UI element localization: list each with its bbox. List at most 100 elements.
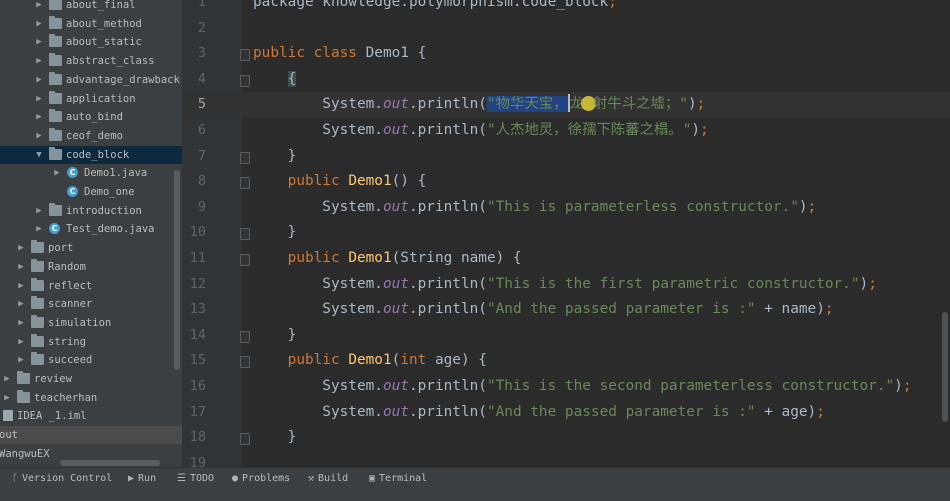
line-number: 15 xyxy=(189,352,206,369)
code-line[interactable]: 3 public class Demo1 { xyxy=(182,41,950,67)
code-line[interactable]: 13 System.out.println("And the passed pa… xyxy=(182,297,950,323)
tree-item[interactable]: ▶ about_final xyxy=(0,0,182,14)
tree-item[interactable]: ▶ review xyxy=(0,370,182,388)
chevron-right-icon[interactable]: ▶ xyxy=(34,128,44,144)
fold-marker-icon[interactable] xyxy=(240,151,250,164)
chevron-right-icon[interactable]: ▶ xyxy=(16,259,26,275)
code-line[interactable]: 14 } xyxy=(182,323,950,349)
tree-item[interactable]: ▶ port xyxy=(0,239,182,257)
code-line[interactable]: 1 package knowledge.polymorphism.code_blo… xyxy=(182,0,950,16)
tree-item[interactable]: C Demo_one xyxy=(0,183,182,201)
tool-tab-todo[interactable]: ☰ TODO xyxy=(177,468,214,490)
code-line[interactable]: 5 System.out.println("物华天宝，龙射牛斗之墟；"); xyxy=(182,92,950,118)
chevron-right-icon[interactable]: ▶ xyxy=(34,72,44,88)
code-line[interactable]: 10 } xyxy=(182,220,950,246)
chevron-right-icon[interactable]: ▶ xyxy=(34,109,44,125)
tree-item[interactable]: out xyxy=(0,426,182,445)
chevron-right-icon[interactable]: ▶ xyxy=(16,296,26,312)
java-class-icon: C xyxy=(67,186,78,197)
fold-marker-icon[interactable] xyxy=(240,433,250,446)
tree-item[interactable]: ▶ abstract_class xyxy=(0,52,182,70)
chevron-right-icon[interactable]: ▶ xyxy=(16,240,26,256)
line-number: 6 xyxy=(197,122,206,138)
fold-marker-icon[interactable] xyxy=(240,74,250,87)
code-line[interactable]: 2 xyxy=(182,16,950,42)
tree-item[interactable]: ▶ about_static xyxy=(0,33,182,51)
chevron-right-icon[interactable]: ▶ xyxy=(34,91,44,107)
tool-tab-build[interactable]: ⚒ Build xyxy=(308,468,348,490)
chevron-down-icon[interactable]: ▼ xyxy=(34,147,44,163)
tree-item[interactable]: ▶ advantage_drawback xyxy=(0,71,182,89)
chevron-right-icon[interactable]: ▶ xyxy=(16,352,26,368)
chevron-right-icon[interactable]: ▶ xyxy=(16,278,26,294)
chevron-right-icon[interactable]: ▶ xyxy=(34,53,44,69)
tree-item[interactable]: WangwuEX xyxy=(0,445,182,463)
chevron-right-icon[interactable]: ▶ xyxy=(52,165,62,181)
tree-item[interactable]: IDEA _1.iml xyxy=(0,407,182,425)
chevron-right-icon[interactable]: ▶ xyxy=(34,221,44,237)
tree-item[interactable]: ▶ about_method xyxy=(0,15,182,33)
code-token: out xyxy=(382,378,409,394)
tree-item[interactable]: ▶ scanner xyxy=(0,295,182,313)
fold-marker-icon[interactable] xyxy=(240,356,250,369)
fold-marker-icon[interactable] xyxy=(240,49,250,62)
fold-marker-icon[interactable] xyxy=(240,254,250,266)
fold-marker-icon[interactable] xyxy=(240,228,250,241)
tree-item-label: review xyxy=(34,373,72,385)
code-editor[interactable]: 1 package knowledge.polymorphism.code_blo… xyxy=(182,0,950,467)
code-line[interactable]: 9 System.out.println("This is parameterl… xyxy=(182,195,950,221)
code-line[interactable]: 7 } xyxy=(182,144,950,170)
chevron-right-icon[interactable]: ▶ xyxy=(34,16,44,32)
code-token: 射牛斗之墟；" xyxy=(592,96,688,113)
chevron-right-icon[interactable]: ▶ xyxy=(16,334,26,350)
tree-item-label: Demo_one xyxy=(84,186,135,198)
code-text: System.out.println("This is the second p… xyxy=(253,374,911,400)
tool-tab-run[interactable]: ▶ Run xyxy=(128,468,156,490)
code-text: { xyxy=(253,67,297,93)
tree-item[interactable]: ▶ string xyxy=(0,333,182,351)
chevron-right-icon[interactable]: ▶ xyxy=(34,0,44,13)
code-token: System. xyxy=(253,378,383,394)
code-line[interactable]: 16 System.out.println("This is the secon… xyxy=(182,374,950,400)
chevron-right-icon[interactable]: ▶ xyxy=(2,371,12,387)
code-token: ) xyxy=(859,275,869,292)
code-token: "This is the first parametric constructo… xyxy=(486,275,860,292)
chevron-right-icon[interactable]: ▶ xyxy=(2,390,12,406)
tree-item[interactable]: ▶ succeed xyxy=(0,351,182,369)
code-line[interactable]: 4 { xyxy=(182,67,950,93)
code-token: ; xyxy=(696,96,706,113)
code-line[interactable]: 18 } xyxy=(182,425,950,451)
code-line[interactable]: 17 System.out.println("And the passed pa… xyxy=(182,400,950,426)
code-line[interactable]: 12 System.out.println("This is the first… xyxy=(182,272,950,298)
fold-marker-icon[interactable] xyxy=(240,177,250,190)
tree-item[interactable]: ▶ simulation xyxy=(0,314,182,332)
chevron-right-icon[interactable]: ▶ xyxy=(34,203,44,219)
tree-item[interactable]: ▶ ceof_demo xyxy=(0,127,182,145)
tree-item[interactable]: ▶ teacherhan xyxy=(0,389,182,407)
project-panel: ▶ about_final ▶ about_method ▶ about_static ▶ a… xyxy=(0,0,182,467)
code-text: System.out.println("This is the first pa… xyxy=(253,272,877,298)
tree-item[interactable]: ▶ Random xyxy=(0,258,182,276)
fold-marker-icon[interactable] xyxy=(240,330,250,343)
code-line[interactable]: 19 xyxy=(182,451,950,467)
code-token: "This is parameterless constructor." xyxy=(486,198,799,215)
code-line[interactable]: 11 public Demo1(String name) { xyxy=(182,246,950,272)
tree-item[interactable]: ▶ application xyxy=(0,90,182,108)
tool-tab-terminal[interactable]: ▣ Terminal xyxy=(369,468,427,490)
code-line[interactable]: 8 public Demo1() { xyxy=(182,169,950,195)
tree-item-label: auto_bind xyxy=(66,111,123,124)
chevron-right-icon[interactable]: ▶ xyxy=(16,315,26,331)
tree-item[interactable]: ▶ C Test_demo.java xyxy=(0,220,182,238)
tree-item[interactable]: ▶ reflect xyxy=(0,277,182,295)
tree-item[interactable]: ▶ auto_bind xyxy=(0,108,182,126)
chevron-right-icon[interactable]: ▶ xyxy=(34,34,44,50)
code-line[interactable]: 15 public Demo1(int age) { xyxy=(182,348,950,374)
code-token: .println( xyxy=(408,96,487,113)
tool-tab-problems[interactable]: ● Problems xyxy=(232,468,290,490)
code-line[interactable]: 6 System.out.println("人杰地灵，徐孺下陈蕃之榻。"); xyxy=(182,118,950,144)
tree-item[interactable]: ▶ introduction xyxy=(0,202,182,220)
tree-item[interactable]: ▼ code_block xyxy=(0,145,182,164)
tool-tab-version-control[interactable]: ᚴ Version Control xyxy=(12,468,112,490)
tree-item[interactable]: ▶ C Demo1.java xyxy=(0,164,182,182)
